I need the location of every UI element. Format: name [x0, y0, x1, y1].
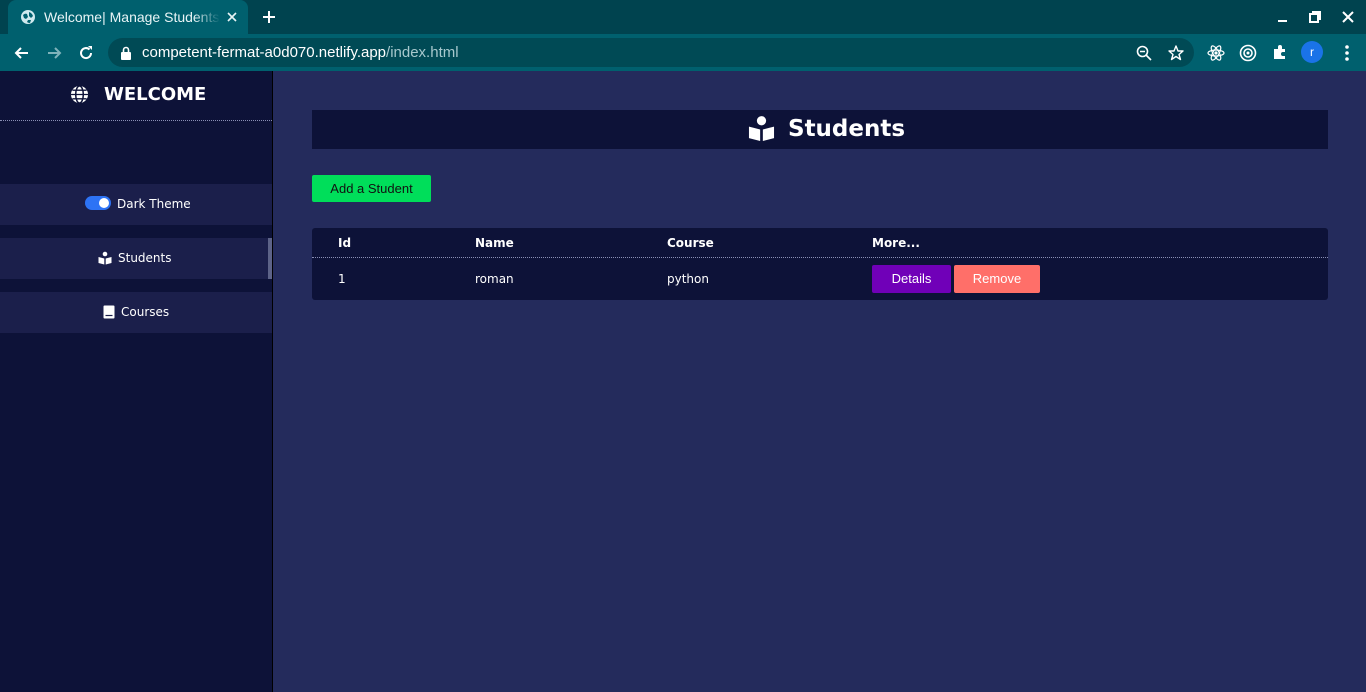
globe-icon — [21, 10, 35, 24]
tab-title: Welcome| Manage Students — [44, 9, 220, 25]
cell-id: 1 — [338, 272, 346, 286]
address-bar[interactable]: competent-fermat-a0d070.netlify.app/inde… — [108, 38, 1194, 67]
sidebar-item-courses[interactable]: Courses — [0, 292, 272, 333]
browser-tab[interactable]: Welcome| Manage Students — [8, 0, 248, 34]
window-close-icon[interactable] — [1340, 9, 1356, 25]
remove-button[interactable]: Remove — [954, 265, 1040, 293]
page-title: Students — [788, 116, 906, 142]
brand-title: WELCOME — [104, 84, 207, 105]
add-student-button[interactable]: Add a Student — [312, 175, 431, 202]
sidebar-item-label: Dark Theme — [117, 197, 191, 211]
browser-tab-bar: Welcome| Manage Students — [0, 0, 1366, 34]
sidebar-item-dark-theme[interactable]: Dark Theme — [0, 184, 272, 225]
students-table: Id Name Course More... 1 roman python De… — [312, 228, 1328, 300]
book-icon — [103, 305, 115, 319]
sidebar-item-students[interactable]: Students — [0, 238, 272, 279]
target-extension-icon[interactable] — [1238, 43, 1258, 63]
table-row: 1 roman python Details Remove — [312, 258, 1328, 300]
details-button[interactable]: Details — [872, 265, 951, 293]
bookmark-star-icon[interactable] — [1167, 44, 1185, 62]
react-devtools-icon[interactable] — [1206, 43, 1226, 63]
reader-icon — [98, 251, 112, 265]
url-host: competent-fermat-a0d070.netlify.app — [142, 44, 387, 61]
menu-kebab-icon[interactable] — [1337, 43, 1357, 63]
main-content: Students Add a Student Id Name Course Mo… — [273, 71, 1366, 692]
sidebar-item-label: Courses — [121, 305, 170, 319]
page-header: Students — [312, 110, 1328, 149]
reload-icon[interactable] — [76, 43, 96, 63]
toggle-knob — [99, 198, 109, 208]
cell-course: python — [667, 272, 709, 286]
column-header-id: Id — [338, 236, 352, 250]
zoom-icon[interactable] — [1135, 44, 1153, 62]
minimize-icon[interactable] — [1275, 9, 1291, 25]
column-header-course: Course — [667, 236, 714, 250]
restore-icon[interactable] — [1307, 9, 1323, 25]
back-arrow-icon[interactable] — [12, 43, 32, 63]
reader-icon — [748, 116, 775, 142]
table-header: Id Name Course More... — [312, 228, 1328, 258]
url-path: /index.html — [386, 44, 459, 61]
close-icon[interactable] — [224, 9, 240, 25]
dark-theme-toggle[interactable] — [85, 196, 111, 210]
browser-toolbar: competent-fermat-a0d070.netlify.app/inde… — [0, 34, 1366, 71]
forward-arrow-icon[interactable] — [44, 43, 64, 63]
lock-icon[interactable] — [120, 46, 132, 60]
globe-icon — [70, 85, 89, 104]
new-tab-icon[interactable] — [260, 8, 278, 26]
profile-avatar[interactable]: r — [1301, 41, 1323, 63]
sidebar: WELCOME Dark Theme Students Courses — [0, 71, 273, 692]
column-header-name: Name — [475, 236, 514, 250]
sidebar-item-label: Students — [118, 251, 172, 265]
url-text[interactable]: competent-fermat-a0d070.netlify.app/inde… — [142, 44, 459, 62]
extensions-puzzle-icon[interactable] — [1270, 43, 1290, 63]
column-header-more: More... — [872, 236, 920, 250]
sidebar-brand: WELCOME — [0, 71, 272, 121]
cell-name: roman — [475, 272, 514, 286]
